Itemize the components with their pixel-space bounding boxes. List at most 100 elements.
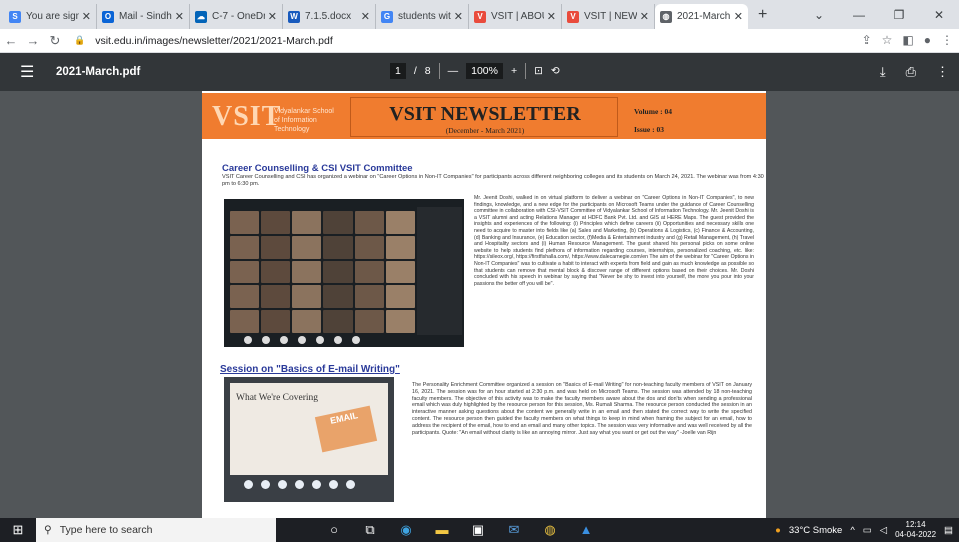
participant-tile: [230, 260, 260, 284]
tab-title: 2021-March: [677, 11, 731, 22]
participant-tile: [385, 235, 415, 259]
browser-tab[interactable]: W 7.1.5.docx ✕: [283, 4, 376, 29]
file-explorer-icon[interactable]: ▬: [424, 522, 460, 538]
browser-tab[interactable]: S You are signe✕: [4, 4, 97, 29]
browser-tab[interactable]: ☁ C-7 - OneDri ✕: [190, 4, 283, 29]
page-total: 8: [424, 65, 431, 77]
notification-icon[interactable]: ▤: [944, 525, 953, 536]
page-controls: 1 / 8 — 100% + ⊡ ⟲: [390, 63, 560, 79]
download-icon[interactable]: ⤓: [880, 64, 886, 80]
bookmark-star-icon[interactable]: ☆: [882, 33, 893, 47]
fit-page-icon[interactable]: ⊡: [534, 65, 543, 77]
search-icon: ⚲: [44, 524, 52, 536]
weather-icon: ●: [775, 524, 781, 536]
profile-icon[interactable]: ●: [924, 33, 931, 47]
participant-tile: [261, 260, 291, 284]
email-session-screenshot: What We're Covering EMAIL: [224, 377, 394, 502]
pdf-toolbar: ☰ 2021-March.pdf 1 / 8 — 100% + ⊡ ⟲ ⤓ ⎙ …: [0, 53, 959, 91]
tab-close-icon[interactable]: ✕: [454, 10, 463, 23]
share-icon[interactable]: ⇪: [862, 33, 872, 47]
browser-tab[interactable]: V VSIT | ABOUT✕: [469, 4, 562, 29]
zoom-out-button[interactable]: —: [448, 65, 459, 77]
maximize-button[interactable]: ❐: [879, 8, 919, 22]
taskbar: ⊞ ⚲ Type here to search ○ ⧉ ◉ ▬ ▣ ✉ ◍ ▲ …: [0, 518, 959, 542]
clock[interactable]: 12:14 04-04-2022: [895, 520, 936, 540]
browser-tab[interactable]: O Mail - Sindh ✕: [97, 4, 190, 29]
participant-tile: [354, 235, 384, 259]
tab-close-icon[interactable]: ✕: [175, 10, 184, 23]
tab-title: You are signe: [26, 11, 79, 22]
tab-close-icon[interactable]: ✕: [547, 10, 556, 23]
tab-title: Mail - Sindh: [119, 11, 172, 22]
tab-close-icon[interactable]: ✕: [361, 10, 370, 23]
more-menu-icon[interactable]: ⋮: [941, 33, 953, 47]
participant-tile: [323, 235, 353, 259]
sidebar-icon[interactable]: ◧: [902, 33, 913, 47]
browser-tab[interactable]: ◍ 2021-March ✕: [655, 4, 748, 29]
task-view-icon[interactable]: ⧉: [352, 522, 388, 538]
minimize-button[interactable]: —: [839, 8, 879, 22]
chrome-icon[interactable]: ◍: [532, 522, 568, 538]
divider: [438, 63, 440, 79]
tab-favicon-icon: V: [474, 10, 486, 23]
page-separator: /: [413, 65, 417, 77]
pdf-viewer[interactable]: VSIT Vidyalankar School of Information T…: [0, 91, 959, 518]
tab-favicon-icon: V: [567, 10, 579, 23]
new-tab-button[interactable]: +: [758, 6, 767, 24]
forward-icon[interactable]: →: [22, 33, 44, 48]
participant-tile: [292, 211, 322, 234]
weather-text[interactable]: 33°C Smoke: [789, 525, 842, 536]
page-number-input[interactable]: 1: [390, 63, 406, 79]
participant-avatars: [244, 480, 355, 489]
tray-arrow-icon[interactable]: ^: [850, 525, 854, 536]
tab-close-icon[interactable]: ✕: [268, 10, 277, 23]
participant-tile: [261, 235, 291, 259]
close-window-button[interactable]: ✕: [919, 8, 959, 22]
participant-tile: [261, 310, 291, 333]
rotate-icon[interactable]: ⟲: [551, 65, 560, 77]
photos-icon[interactable]: ▲: [568, 522, 604, 538]
divider: [525, 63, 527, 79]
tab-favicon-icon: ☁: [195, 10, 207, 23]
participant-tile: [230, 285, 260, 309]
tab-favicon-icon: W: [288, 10, 300, 23]
section-heading: Session on "Basics of E-mail Writing": [220, 364, 400, 375]
tab-favicon-icon: G: [381, 10, 393, 23]
meeting-controls: [244, 336, 360, 344]
search-placeholder: Type here to search: [59, 524, 153, 536]
browser-tab[interactable]: V VSIT | NEWSL✕: [562, 4, 655, 29]
tab-close-icon[interactable]: ✕: [734, 10, 743, 23]
system-tray: ● 33°C Smoke ^ ▭ ◁ 12:14 04-04-2022 ▤: [775, 518, 953, 542]
cortana-icon[interactable]: ○: [316, 522, 352, 538]
windows-start-icon[interactable]: ⊞: [0, 522, 36, 538]
mail-icon[interactable]: ✉: [496, 522, 532, 538]
tab-favicon-icon: ◍: [660, 10, 672, 23]
menu-icon[interactable]: ☰: [20, 62, 50, 82]
reload-icon[interactable]: ↻: [44, 33, 66, 49]
pdf-more-icon[interactable]: ⋮: [936, 64, 949, 80]
participant-tile: [354, 211, 384, 234]
presentation-slide: What We're Covering EMAIL: [230, 383, 388, 475]
edge-icon[interactable]: ◉: [388, 522, 424, 538]
browser-tab[interactable]: Gstudents wit ✕: [376, 4, 469, 29]
url-field[interactable]: vsit.edu.in/images/newsletter/2021/2021-…: [95, 35, 333, 47]
lock-icon[interactable]: 🔒: [74, 35, 85, 46]
participant-tile: [230, 235, 260, 259]
network-icon[interactable]: ▭: [863, 525, 872, 536]
participant-tile: [323, 310, 353, 333]
print-icon[interactable]: ⎙: [906, 64, 916, 80]
zoom-input[interactable]: 100%: [466, 63, 503, 79]
back-icon[interactable]: ←: [0, 33, 22, 48]
zoom-in-button[interactable]: +: [511, 65, 517, 77]
issue-label: Issue : 03: [634, 125, 665, 134]
taskbar-search[interactable]: ⚲ Type here to search: [36, 518, 276, 542]
volume-icon[interactable]: ◁: [880, 525, 887, 536]
address-bar: ← → ↻ 🔒 vsit.edu.in/images/newsletter/20…: [0, 29, 959, 53]
tab-search-icon[interactable]: ⌄: [799, 8, 839, 22]
tab-close-icon[interactable]: ✕: [82, 10, 91, 23]
tab-close-icon[interactable]: ✕: [640, 10, 649, 23]
participant-tile: [292, 260, 322, 284]
tab-title: students wit: [398, 11, 451, 22]
store-icon[interactable]: ▣: [460, 522, 496, 538]
section-heading: Career Counselling & CSI VSIT Committee: [222, 163, 413, 174]
